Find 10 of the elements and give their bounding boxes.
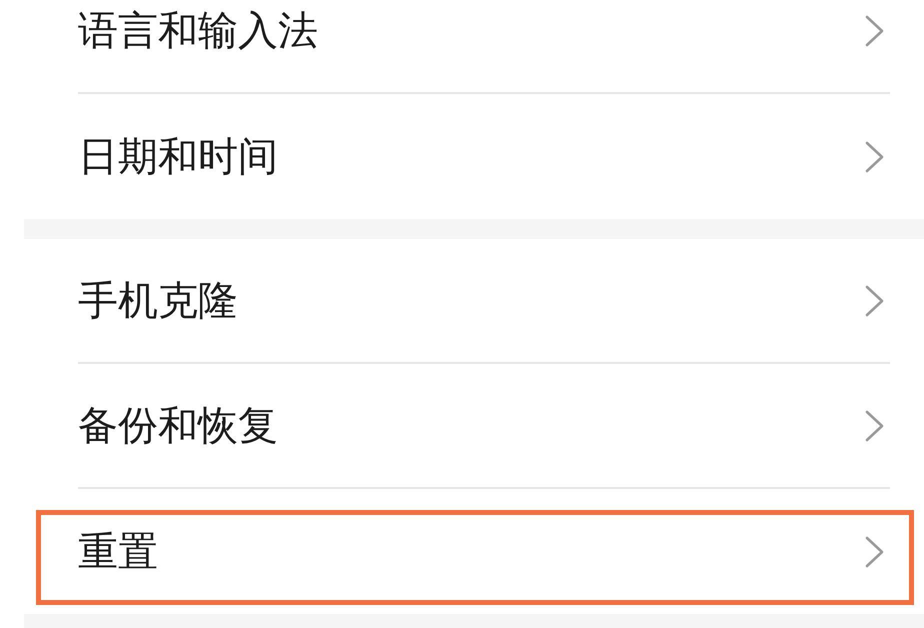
chevron-right-icon xyxy=(865,410,884,442)
chevron-right-icon xyxy=(865,140,884,172)
chevron-right-icon xyxy=(865,14,884,46)
settings-item[interactable]: 日期和时间 xyxy=(78,94,890,219)
settings-item[interactable]: 手机克隆 xyxy=(78,239,890,364)
chevron-right-icon xyxy=(865,536,884,568)
settings-item[interactable]: 重置 xyxy=(78,489,890,614)
settings-item[interactable]: 备份和恢复 xyxy=(78,364,890,489)
settings-item[interactable]: 语言和输入法 xyxy=(78,0,890,94)
chevron-right-icon xyxy=(865,284,884,316)
